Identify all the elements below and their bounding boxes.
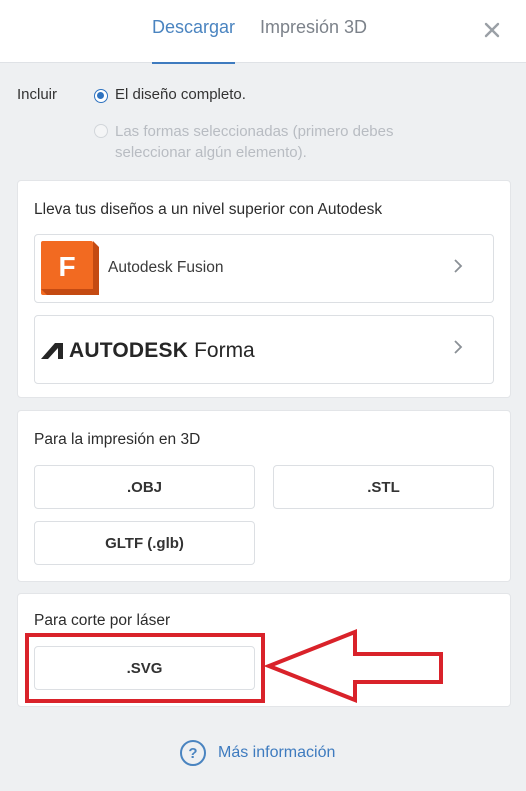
autodesk-wordmark: AUTODESK: [69, 339, 189, 362]
autodesk-forma-logo: AUTODESK Forma: [41, 339, 255, 363]
export-stl-button[interactable]: .STL: [273, 465, 494, 509]
include-label: Incluir: [17, 86, 58, 103]
export-svg-button[interactable]: .SVG: [34, 646, 255, 690]
svg-text:F: F: [58, 251, 75, 282]
option-full-design-label[interactable]: El diseño completo.: [115, 86, 246, 103]
more-info-label: Más información: [218, 744, 336, 761]
autodesk-card: Lleva tus diseños a un nivel superior co…: [17, 180, 511, 398]
chevron-right-icon: [453, 257, 463, 280]
print-3d-card-title: Para la impresión en 3D: [34, 431, 201, 448]
export-gltf-button[interactable]: GLTF (.glb): [34, 521, 255, 565]
export-obj-button[interactable]: .OBJ: [34, 465, 255, 509]
dialog-header: Descargar Impresión 3D: [0, 0, 526, 64]
close-icon[interactable]: [484, 18, 502, 40]
radio-selected-shapes: [94, 124, 108, 138]
question-circle-icon: ?: [180, 740, 206, 766]
autodesk-fusion-label: Autodesk Fusion: [108, 259, 224, 276]
tab-impresion-3d[interactable]: Impresión 3D: [260, 17, 367, 38]
autodesk-fusion-button[interactable]: F Autodesk Fusion: [34, 234, 494, 303]
autodesk-a-icon: [41, 343, 63, 359]
more-info-link[interactable]: ? Más información: [180, 740, 335, 766]
laser-cut-card-title: Para corte por láser: [34, 612, 171, 629]
autodesk-forma-button[interactable]: AUTODESK Forma: [34, 315, 494, 384]
radio-full-design[interactable]: [94, 89, 108, 103]
autodesk-card-title: Lleva tus diseños a un nivel superior co…: [34, 201, 383, 218]
chevron-right-icon: [453, 338, 463, 361]
option-selected-shapes-label: Las formas seleccionadas (primero debes …: [115, 123, 394, 161]
fusion-logo-icon: F: [41, 241, 99, 295]
tab-descargar[interactable]: Descargar: [152, 17, 236, 64]
laser-cut-card: Para corte por láser .SVG: [17, 593, 511, 707]
forma-wordmark: Forma: [194, 339, 255, 362]
print-3d-card: Para la impresión en 3D .OBJ .STL GLTF (…: [17, 410, 511, 582]
